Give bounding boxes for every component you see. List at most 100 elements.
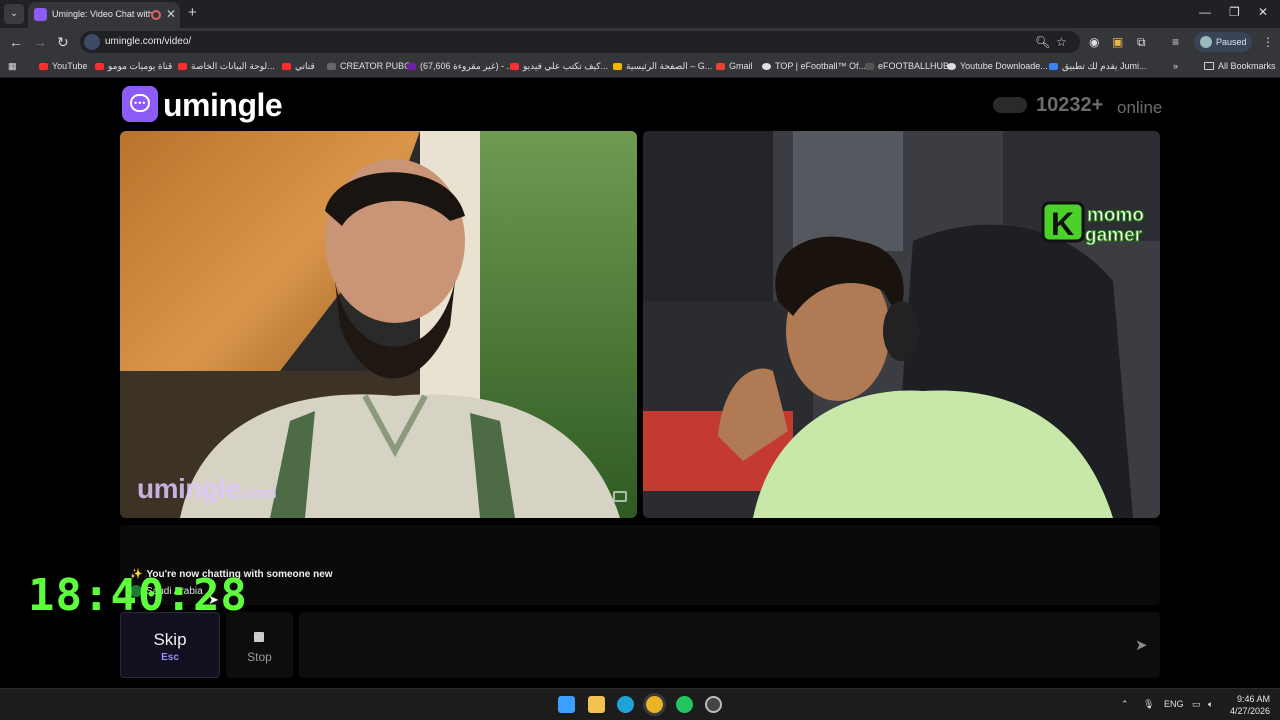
youtube-icon [39,62,48,70]
stop-label: Stop [247,650,272,664]
momo-logo-k: K [1051,206,1074,242]
browser-menu-icon[interactable]: ⋮ [1262,35,1274,49]
online-label: online [1117,98,1163,117]
folder-icon [1204,62,1214,70]
umingle-favicon-icon [34,8,47,21]
file-explorer-icon[interactable] [588,696,605,713]
online-count: 10232+ [1036,94,1104,116]
yahoo-icon [407,63,416,70]
back-button[interactable]: ← [9,34,23,50]
momo-logo-word-2: gamer [1085,225,1143,245]
bookmark-momo-diaries[interactable]: قناة يوميات مومو [95,61,172,72]
restore-button[interactable]: ❐ [1229,5,1240,19]
minimize-button[interactable]: — [1199,5,1211,19]
youtube-icon [510,63,519,70]
globe-icon [947,62,956,70]
new-tab-button[interactable]: + [188,4,197,21]
recording-indicator-icon[interactable] [151,10,161,20]
bookmark-star-icon[interactable]: ☆ [1056,35,1067,49]
windows-taskbar: ⌃ 🎙︎ ENG ▭ 🔈︎ 9:46 AM 4/27/2026 [0,688,1280,720]
profile-avatar [1200,36,1212,48]
creator-icon [327,62,336,70]
bookmarks-overflow-button[interactable]: » [1173,61,1178,71]
youtube-icon [95,63,104,70]
umingle-logo-text[interactable]: umingle [163,87,283,124]
forward-button[interactable]: → [33,34,47,50]
jumia-icon [1049,63,1058,70]
send-icon[interactable]: ➤ [1135,636,1148,654]
volume-icon[interactable]: 🔈︎ [1208,699,1213,710]
message-input[interactable] [299,612,1160,678]
spotify-app-icon[interactable] [676,696,693,713]
extension-color-icon[interactable]: ▣ [1112,35,1123,49]
bookmark-youtube-downloader[interactable]: Youtube Downloade... [947,61,1048,71]
momo-logo-word-1: momo [1087,205,1144,226]
bookmark-youtube[interactable]: YouTube [39,61,87,71]
browser-toolbar: ← → ↻ umingle.com/video/ 🔍︎ ☆ ◉ ▣ ⧉ ≡ Pa… [0,28,1280,56]
edge-browser-icon[interactable] [617,696,634,713]
stop-button[interactable]: Stop [226,612,293,678]
tab-close-icon[interactable]: ✕ [166,7,176,21]
bookmark-jumia[interactable]: يقدم لك تطبيق Jumi... [1049,61,1147,72]
chat-log: ✨ You're now chatting with someone new Sa… [120,525,1160,605]
close-window-button[interactable]: ✕ [1258,5,1268,19]
self-video-frame [643,131,1160,518]
camera-icon[interactable]: ◉ [1089,35,1099,49]
bookmark-creator-pubg[interactable]: CREATOR PUBG [327,61,411,71]
network-icon[interactable]: ▭ [1192,699,1201,710]
sync-status-label: Paused [1216,37,1247,47]
typing-dots: ••• [134,98,147,108]
umingle-logo-icon[interactable]: ••• [122,86,158,122]
stranger-video: umingle.com [120,131,637,518]
profile-sync-button[interactable]: Paused [1194,32,1252,52]
momo-gamer-logo-mark: K momo gamer [1041,201,1145,247]
google-drive-icon [613,63,622,70]
momo-gamer-logo: K momo gamer [1039,199,1160,247]
youtube-icon [282,63,291,70]
browser-tab-bar: ⌄ Umingle: Video Chat with S ✕ + — ❐ ✕ [0,0,1280,28]
efootball-icon [762,62,771,70]
zoom-icon[interactable]: 🔍︎ [1035,35,1050,49]
extensions-puzzle-icon[interactable]: ⧉ [1137,35,1146,50]
bookmarks-bar: ▦ YouTube قناة يوميات مومو لوحة البيانات… [0,56,1280,78]
reload-button[interactable]: ↻ [57,34,69,51]
tab-title: Umingle: Video Chat with S [52,9,152,19]
tab-list-button[interactable]: ⌄ [4,4,24,24]
online-status-toggle[interactable] [993,97,1027,113]
clock-date: 4/27/2026 [1229,706,1270,716]
address-bar[interactable]: umingle.com/video/ 🔍︎ ☆ [80,31,1080,53]
bookmark-gmail[interactable]: Gmail [716,61,753,71]
timer-overlay: 18:40:28 [28,570,248,621]
fullscreen-icon[interactable] [613,491,627,502]
reading-list-icon[interactable]: ≡ [1172,35,1179,49]
bookmark-dashboard[interactable]: لوحة البيانات الخاصة... [178,61,275,72]
bookmark-efootball-top[interactable]: TOP | eFootball™ Of... [762,61,866,71]
skip-button[interactable]: Skip Esc [120,612,220,678]
gmail-icon [716,62,725,70]
clock-time: 9:46 AM [1236,694,1270,704]
tray-overflow-icon[interactable]: ⌃ [1121,699,1129,710]
site-info-icon[interactable] [84,34,100,50]
bookmark-my-channel[interactable]: قناتي [282,61,315,72]
umingle-watermark: umingle.com [137,473,277,504]
start-windows-icon[interactable] [558,696,575,713]
language-indicator[interactable]: ENG [1164,699,1184,709]
chrome-browser-icon[interactable] [646,696,663,713]
efootballhub-icon [865,62,874,70]
bookmark-video-text[interactable]: كيف تكتب علي فيديو... [510,61,608,72]
skip-label: Skip [153,630,187,649]
url-text: umingle.com/video/ [105,36,192,47]
stop-icon [254,632,264,642]
microphone-icon[interactable]: 🎙︎ [1143,699,1154,710]
bookmark-efootballhub[interactable]: eFOOTBALLHUB [865,61,949,71]
all-bookmarks-button[interactable]: All Bookmarks [1204,61,1276,71]
youtube-icon [178,63,187,70]
self-video: K momo gamer [643,131,1160,518]
bookmark-yahoo-mail[interactable]: (67,606 غير مقروءة) - ... [407,61,514,72]
bookmark-google-home[interactable]: الصفحة الرئيسية – G... [613,61,712,72]
obs-studio-icon[interactable] [705,696,722,713]
system-clock[interactable]: 9:46 AM 4/27/2026 [1226,693,1270,717]
browser-tab[interactable]: Umingle: Video Chat with S ✕ [28,2,180,28]
apps-grid-icon[interactable]: ▦ [8,61,17,72]
skip-shortcut-hint: Esc [161,652,179,663]
